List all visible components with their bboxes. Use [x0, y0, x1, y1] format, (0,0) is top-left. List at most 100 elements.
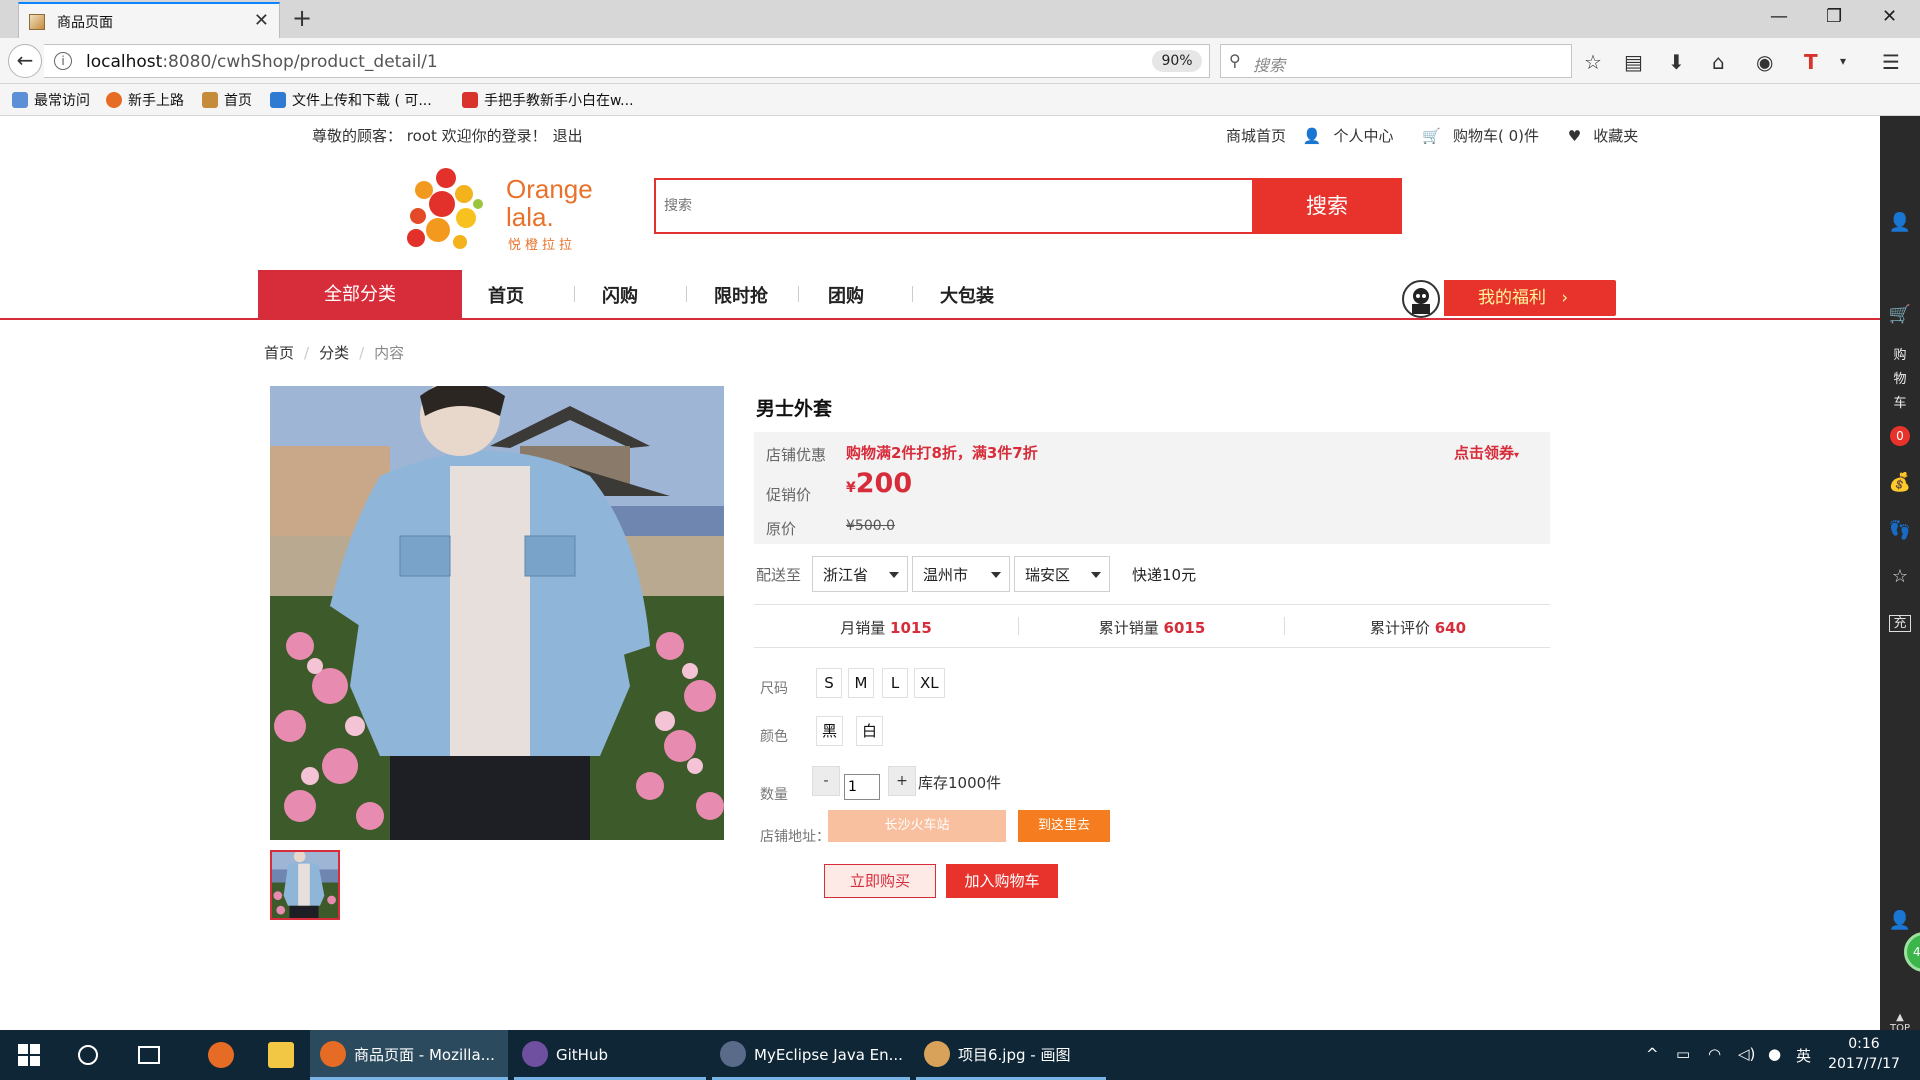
cortana-search-icon[interactable]: [78, 1045, 98, 1065]
quantity-decrease-button[interactable]: -: [812, 766, 840, 796]
quantity-increase-button[interactable]: +: [888, 766, 916, 796]
province-select[interactable]: 浙江省: [812, 556, 908, 592]
extension-dropdown-icon[interactable]: ▾: [1840, 54, 1846, 68]
size-option-s[interactable]: S: [816, 668, 842, 698]
site-search-button[interactable]: 搜索: [1252, 178, 1402, 234]
reading-list-icon[interactable]: ▤: [1624, 50, 1643, 74]
firefox-pinned-icon[interactable]: [196, 1030, 246, 1080]
bookmark-item[interactable]: 新手上路: [106, 90, 184, 110]
site-info-icon[interactable]: i: [54, 52, 72, 70]
my-welfare-button[interactable]: 我的福利 ›: [1444, 280, 1616, 316]
favorite-star-icon[interactable]: ☆: [1880, 566, 1920, 587]
breadcrumb-home[interactable]: 首页: [264, 344, 294, 362]
close-window-icon[interactable]: ✕: [1882, 6, 1897, 27]
dropdown-arrow-icon: [1091, 572, 1101, 578]
caret-down-icon: ▾: [1514, 450, 1520, 461]
bookmarks-bar: 最常访问 新手上路 首页 文件上传和下载 ( 可... 手把手教新手小白在w..…: [0, 84, 1920, 116]
logo-dots-icon: [407, 168, 483, 249]
money-bag-icon[interactable]: 💰: [1880, 472, 1920, 493]
service-icon[interactable]: 👤: [1880, 910, 1920, 931]
restore-icon[interactable]: ❐: [1826, 6, 1842, 27]
volume-icon[interactable]: ◁): [1738, 1045, 1755, 1063]
back-button[interactable]: ←: [8, 44, 42, 78]
new-tab-icon[interactable]: +: [292, 4, 312, 32]
url-bar[interactable]: i localhost:8080/cwhShop/product_detail/…: [44, 44, 1237, 78]
browser-tab[interactable]: 商品页面 ✕: [18, 2, 280, 38]
bookmark-item[interactable]: 手把手教新手小白在w...: [462, 90, 634, 110]
translate-extension-icon[interactable]: T: [1804, 50, 1818, 74]
product-thumbnail[interactable]: [270, 850, 340, 920]
all-categories-button[interactable]: 全部分类: [258, 270, 462, 320]
file-explorer-icon[interactable]: [256, 1030, 306, 1080]
windows-start-icon[interactable]: [18, 1044, 40, 1066]
chevron-right-icon: ›: [1561, 288, 1569, 308]
browser-navbar: ← i localhost:8080/cwhShop/product_detai…: [0, 38, 1920, 84]
taskbar-firefox-window[interactable]: 商品页面 - Mozilla...: [310, 1030, 508, 1080]
minimize-icon[interactable]: —: [1770, 6, 1788, 27]
pocket-icon[interactable]: ◉: [1756, 50, 1773, 74]
monthly-sales: 月销量 1015: [840, 619, 932, 637]
cart-link[interactable]: 🛒 购物车( 0)件: [1422, 127, 1551, 145]
color-option-white[interactable]: 白: [856, 716, 884, 746]
weather-icon[interactable]: ●: [1768, 1045, 1781, 1063]
wifi-icon[interactable]: ◠: [1708, 1045, 1721, 1063]
firefox-icon: [106, 92, 122, 108]
ime-indicator[interactable]: 英: [1796, 1045, 1811, 1066]
menu-icon[interactable]: ☰: [1882, 50, 1900, 74]
cart-icon[interactable]: 🛒: [1880, 304, 1920, 325]
store-address-value: 长沙火车站: [828, 810, 1006, 842]
size-option-l[interactable]: L: [882, 668, 908, 698]
site-search-input[interactable]: [656, 180, 1252, 232]
district-select[interactable]: 瑞安区: [1014, 556, 1110, 592]
quantity-input[interactable]: [844, 774, 880, 800]
total-reviews: 累计评价 640: [1369, 619, 1467, 637]
floating-counter[interactable]: 49: [1904, 932, 1920, 972]
nav-limited-time[interactable]: 限时抢: [714, 282, 768, 308]
zoom-indicator[interactable]: 90%: [1152, 50, 1202, 72]
add-to-cart-button[interactable]: 加入购物车: [946, 864, 1058, 898]
sidebar-cart-label[interactable]: 购 物 车: [1880, 344, 1920, 416]
nav-bulk-pack[interactable]: 大包装: [940, 282, 994, 308]
taskbar-myeclipse-window[interactable]: MyEclipse Java En...: [712, 1030, 910, 1080]
promo-label: 店铺优惠: [766, 446, 827, 464]
url-text: localhost:8080/cwhShop/product_detail/1: [86, 52, 438, 72]
browser-search-box[interactable]: ⚲ 搜索: [1220, 44, 1572, 78]
get-coupon-link[interactable]: 点击领券▾: [1454, 442, 1519, 463]
recharge-icon[interactable]: 充: [1880, 612, 1920, 632]
size-option-m[interactable]: M: [848, 668, 874, 698]
download-icon[interactable]: ⬇: [1668, 50, 1685, 74]
system-clock[interactable]: 0:16 2017/7/17: [1814, 1034, 1914, 1074]
bookmark-item[interactable]: 文件上传和下载 ( 可...: [270, 90, 432, 110]
favorites-link[interactable]: ♥ 收藏夹: [1568, 127, 1650, 145]
store-address-label: 店铺地址：: [760, 829, 830, 845]
user-center-link[interactable]: 👤 个人中心: [1303, 127, 1406, 145]
buy-now-button[interactable]: 立即购买: [824, 864, 936, 898]
right-sidebar: 👤 🛒 购 物 车 0 💰 👣 ☆ 充 👤 49 ▲TOP: [1880, 116, 1920, 1034]
close-tab-icon[interactable]: ✕: [254, 10, 269, 31]
breadcrumb-category[interactable]: 分类: [319, 344, 349, 362]
bookmark-star-icon[interactable]: ☆: [1584, 50, 1602, 74]
nav-home[interactable]: 首页: [488, 282, 524, 308]
color-option-black[interactable]: 黑: [816, 716, 844, 746]
mall-home-link[interactable]: 商城首页: [1226, 127, 1286, 145]
task-view-icon[interactable]: [138, 1046, 160, 1064]
taskbar-paint-window[interactable]: 项目6.jpg - 画图: [916, 1030, 1106, 1080]
bookmark-item[interactable]: 首页: [202, 90, 252, 110]
bookmark-item[interactable]: 最常访问: [12, 90, 90, 110]
site-logo[interactable]: Orange lala. 悦橙拉拉: [402, 164, 602, 254]
home-icon[interactable]: ⌂: [1712, 50, 1725, 74]
nav-flash-sale[interactable]: 闪购: [602, 282, 638, 308]
taskbar-github-window[interactable]: GitHub: [514, 1030, 706, 1080]
tray-expand-icon[interactable]: ^: [1646, 1045, 1659, 1063]
size-option-xl[interactable]: XL: [914, 668, 945, 698]
nav-group-buy[interactable]: 团购: [828, 282, 864, 308]
navigate-here-button[interactable]: 到这里去: [1018, 810, 1110, 842]
product-main-image: [270, 386, 724, 840]
tab-title: 商品页面: [57, 15, 113, 31]
breadcrumb: 首页 / 分类 / 内容: [264, 344, 405, 362]
user-icon[interactable]: 👤: [1880, 212, 1920, 233]
logout-link[interactable]: 退出: [553, 127, 583, 145]
battery-icon[interactable]: ▭: [1676, 1045, 1690, 1063]
city-select[interactable]: 温州市: [912, 556, 1010, 592]
footprint-icon[interactable]: 👣: [1880, 520, 1920, 541]
